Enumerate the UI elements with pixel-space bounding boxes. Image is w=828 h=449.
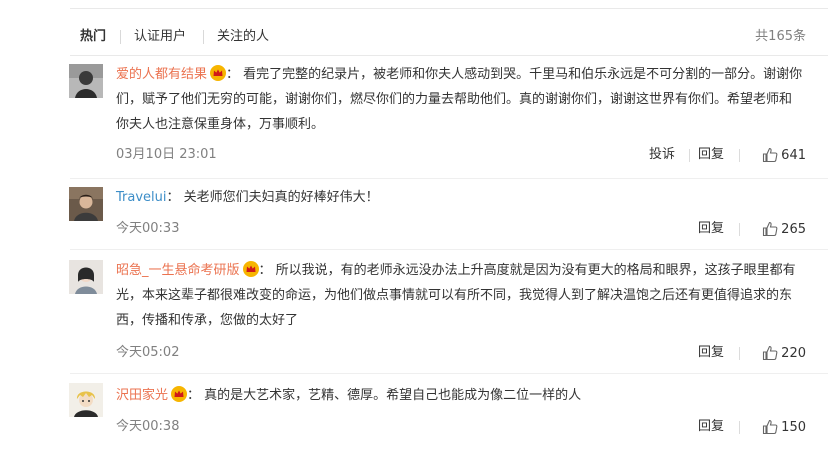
thumbs-up-icon bbox=[763, 147, 778, 163]
comment-count: 共165条 bbox=[755, 29, 806, 44]
comment-timestamp: 03月10日 23:01 bbox=[116, 147, 217, 162]
comment-username[interactable]: 昭急_一生悬命考研版 bbox=[116, 263, 240, 278]
tab-separator bbox=[120, 30, 121, 44]
thumbs-up-icon bbox=[763, 345, 778, 361]
like-count: 641 bbox=[781, 147, 806, 163]
like-count: 150 bbox=[781, 419, 806, 435]
comment-username[interactable]: 沢田家光 bbox=[116, 388, 168, 403]
comment-meta: 03月10日 23:01 投诉 回复 641 bbox=[116, 145, 806, 165]
comment-filter-bar: 热门 认证用户 关注的人 共165条 bbox=[0, 0, 828, 62]
report-button[interactable]: 投诉 bbox=[649, 145, 675, 165]
reply-button[interactable]: 回复 bbox=[698, 145, 724, 165]
tab-following[interactable]: 关注的人 bbox=[217, 28, 269, 46]
comment-text: 真的是大艺术家，艺精、德厚。希望自己也能成为像二位一样的人 bbox=[204, 388, 582, 403]
action-separator bbox=[739, 223, 740, 236]
comment-body: 昭急_一生悬命考研版： 所以我说，有的老师永远没办法上升高度就是因为没有更大的格… bbox=[116, 258, 804, 333]
thumbs-up-icon bbox=[763, 221, 778, 237]
reply-button[interactable]: 回复 bbox=[698, 219, 724, 239]
crown-badge-icon bbox=[242, 261, 259, 277]
like-button[interactable]: 641 bbox=[762, 145, 806, 165]
like-button[interactable]: 150 bbox=[762, 417, 806, 437]
colon: ： bbox=[258, 263, 272, 278]
avatar[interactable] bbox=[69, 64, 103, 98]
tab-hot[interactable]: 热门 bbox=[80, 28, 106, 46]
comment-meta: 今天00:33 回复 265 bbox=[116, 219, 806, 239]
crown-badge-icon bbox=[171, 386, 188, 402]
avatar[interactable] bbox=[69, 187, 103, 221]
like-button[interactable]: 220 bbox=[762, 343, 806, 363]
comment-meta: 今天05:02 回复 220 bbox=[116, 343, 806, 363]
comment-username[interactable]: Travelui bbox=[116, 190, 167, 205]
like-count: 265 bbox=[781, 221, 806, 237]
comment-body: Travelui： 关老师您们夫妇真的好棒好伟大！ bbox=[116, 185, 804, 210]
comment-username[interactable]: 爱的人都有结果 bbox=[116, 67, 207, 82]
divider bbox=[70, 373, 828, 374]
divider bbox=[70, 8, 828, 9]
comment-text: 关老师您们夫妇真的好棒好伟大！ bbox=[183, 190, 379, 205]
divider bbox=[70, 249, 828, 250]
reply-button[interactable]: 回复 bbox=[698, 343, 724, 363]
comment-body: 爱的人都有结果： 看完了完整的纪录片，被老师和你夫人感动到哭。千里马和伯乐永远是… bbox=[116, 62, 804, 137]
like-button[interactable]: 265 bbox=[762, 219, 806, 239]
comment-timestamp: 今天00:38 bbox=[116, 419, 180, 434]
action-separator bbox=[689, 149, 690, 162]
divider bbox=[70, 55, 828, 56]
like-count: 220 bbox=[781, 345, 806, 361]
tab-verified-users[interactable]: 认证用户 bbox=[134, 28, 186, 46]
divider bbox=[70, 178, 828, 179]
action-separator bbox=[739, 421, 740, 434]
avatar[interactable] bbox=[69, 383, 103, 417]
crown-badge-icon bbox=[210, 65, 227, 81]
comment-meta: 今天00:38 回复 150 bbox=[116, 417, 806, 437]
avatar[interactable] bbox=[69, 260, 103, 294]
thumbs-up-icon bbox=[763, 419, 778, 435]
action-separator bbox=[739, 149, 740, 162]
comment-timestamp: 今天00:33 bbox=[116, 221, 180, 236]
colon: ： bbox=[226, 67, 240, 82]
comment-timestamp: 今天05:02 bbox=[116, 345, 180, 360]
action-separator bbox=[739, 347, 740, 360]
tab-separator bbox=[203, 30, 204, 44]
colon: ： bbox=[187, 388, 201, 403]
colon: ： bbox=[166, 190, 180, 205]
comment-body: 沢田家光 ： 真的是大艺术家，艺精、德厚。希望自己也能成为像二位一样的人 bbox=[116, 383, 804, 408]
reply-button[interactable]: 回复 bbox=[698, 417, 724, 437]
